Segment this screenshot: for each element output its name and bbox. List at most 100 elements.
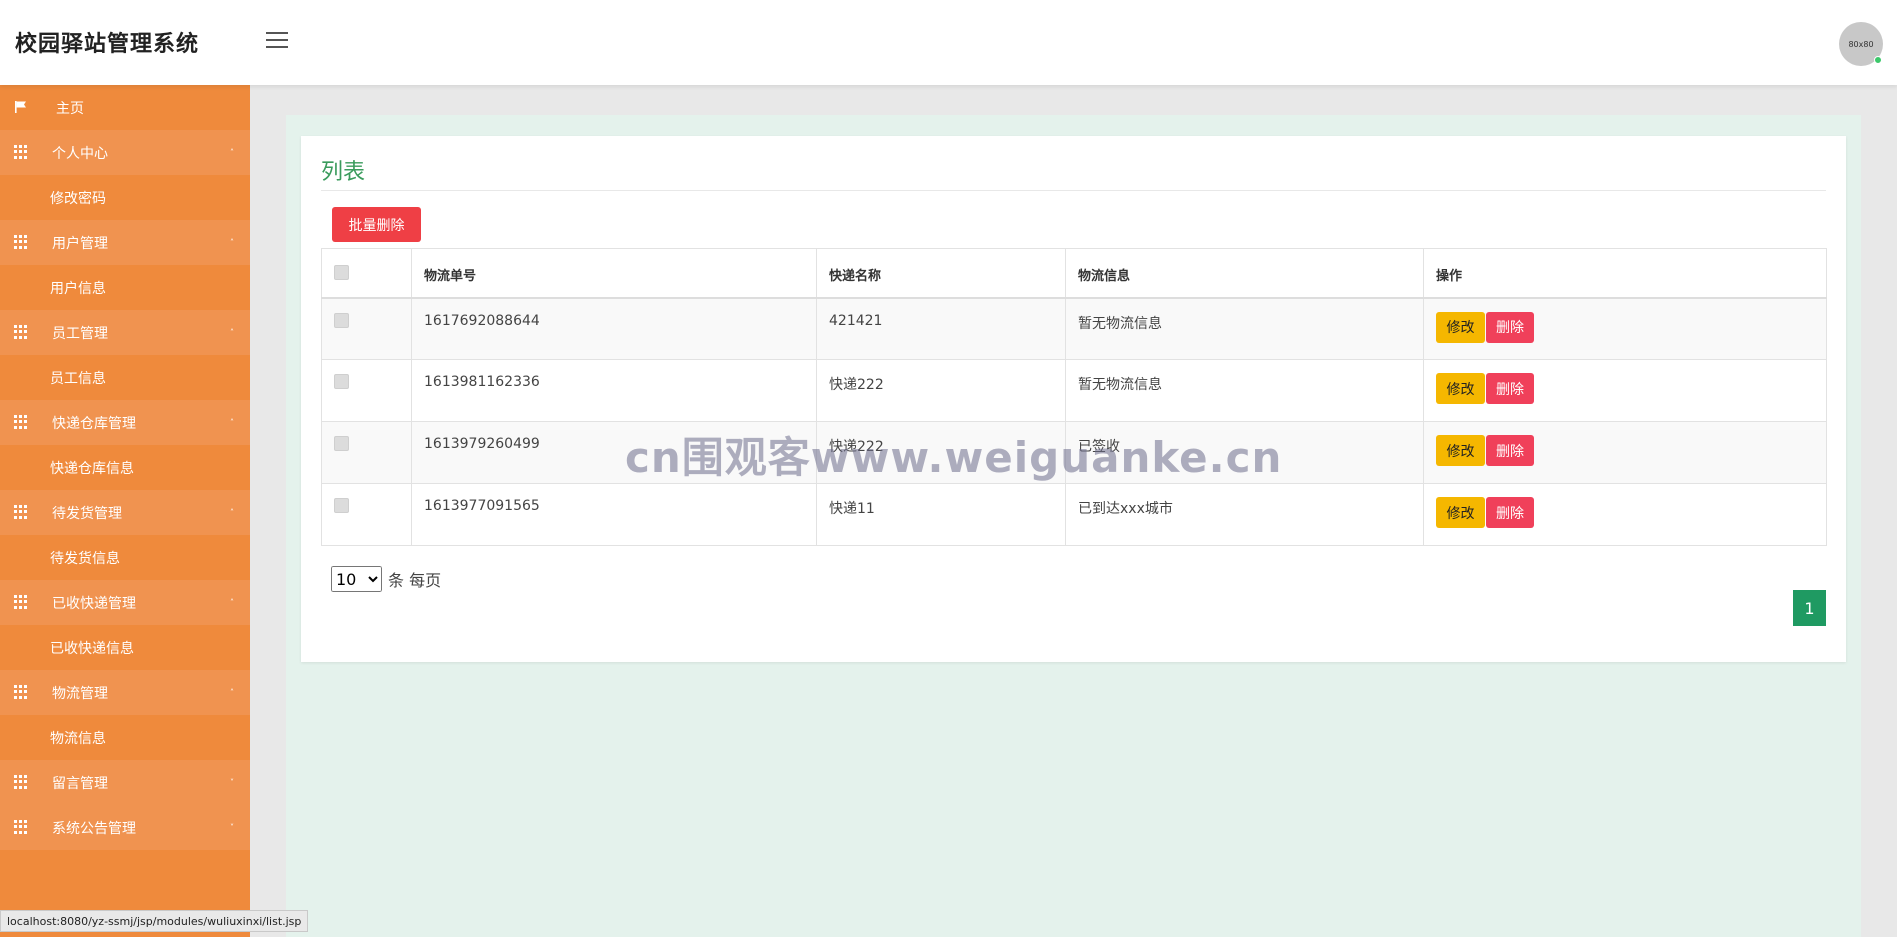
sidebar-item-7[interactable]: 快递仓库管理 ˄: [0, 400, 250, 445]
sidebar-item-label: 待发货管理: [52, 505, 122, 522]
grid-icon: [14, 595, 28, 609]
sidebar-item-10[interactable]: 待发货信息: [0, 535, 250, 580]
select-all-checkbox[interactable]: [334, 265, 349, 280]
app-title: 校园驿站管理系统: [15, 32, 200, 57]
grid-icon: [14, 235, 28, 249]
sidebar-item-label: 快递仓库管理: [52, 415, 136, 432]
grid-icon: [14, 415, 28, 429]
cell-express-name: 快递222: [816, 359, 1066, 422]
chevron-down-icon: ˅: [230, 778, 234, 787]
sidebar-item-label: 用户管理: [52, 235, 108, 252]
cell-order-no: 1613981162336: [411, 359, 817, 422]
edit-button[interactable]: 修改: [1436, 311, 1485, 343]
cell-order-no: 1617692088644: [411, 297, 817, 360]
delete-button[interactable]: 删除: [1486, 311, 1534, 343]
sidebar-item-0[interactable]: 主页: [0, 85, 250, 130]
hamburger-menu-icon[interactable]: [266, 32, 288, 50]
header-express-name: 快递名称: [816, 248, 1066, 299]
grid-icon: [14, 685, 28, 699]
sidebar-item-9[interactable]: 待发货管理 ˄: [0, 490, 250, 535]
top-header: 校园驿站管理系统 80x80: [0, 0, 1897, 85]
delete-button[interactable]: 删除: [1486, 497, 1534, 528]
sidebar-item-15[interactable]: 留言管理 ˅: [0, 760, 250, 805]
grid-icon: [14, 145, 28, 159]
page-size-control: 10 条 每页: [331, 566, 441, 592]
cell-order-no: 1613977091565: [411, 483, 817, 546]
header-order-no: 物流单号: [411, 248, 817, 299]
sidebar-item-12[interactable]: 已收快递信息: [0, 625, 250, 670]
sidebar-item-label: 快递仓库信息: [50, 460, 134, 477]
page-size-select[interactable]: 10: [331, 566, 382, 592]
sidebar-item-label: 物流信息: [50, 730, 106, 747]
grid-icon: [14, 820, 28, 834]
sidebar-item-label: 系统公告管理: [52, 820, 136, 837]
sidebar-item-label: 物流管理: [52, 685, 108, 702]
cell-actions: 修改 删除: [1423, 483, 1827, 546]
sidebar-item-1[interactable]: 个人中心 ˄: [0, 130, 250, 175]
chevron-up-icon: ˄: [230, 328, 234, 337]
page-size-suffix: 条 每页: [388, 571, 442, 590]
cell-logistics-info: 暂无物流信息: [1065, 297, 1424, 360]
sidebar-item-label: 已收快递管理: [52, 595, 136, 612]
sidebar-item-16[interactable]: 系统公告管理 ˅: [0, 805, 250, 850]
sidebar-item-8[interactable]: 快递仓库信息: [0, 445, 250, 490]
table-header-row: 物流单号 快递名称 物流信息 操作: [321, 248, 1827, 299]
cell-actions: 修改 删除: [1423, 297, 1827, 360]
chevron-down-icon: ˅: [230, 823, 234, 832]
sidebar-item-5[interactable]: 员工管理 ˄: [0, 310, 250, 355]
row-checkbox[interactable]: [334, 498, 349, 513]
edit-button[interactable]: 修改: [1436, 435, 1485, 466]
logistics-table: 物流单号 快递名称 物流信息 操作 1617692088644 421421 暂无物…: [321, 248, 1827, 546]
sidebar: 主页 个人中心 ˄ 修改密码 用户管理 ˄ 用户信息 员工管理 ˄ 员工信息 快递仓库管理 ˄ 快递仓库…: [0, 85, 250, 937]
sidebar-item-label: 个人中心: [52, 145, 108, 162]
edit-button[interactable]: 修改: [1436, 373, 1485, 404]
cell-express-name: 快递11: [816, 483, 1066, 546]
list-card: 列表 批量删除 物流单号 快递名称 物流信息 操作 1617692088644 4…: [301, 136, 1846, 662]
chevron-up-icon: ˄: [230, 418, 234, 427]
chevron-up-icon: ˄: [230, 238, 234, 247]
sidebar-item-label: 员工信息: [50, 370, 106, 387]
sidebar-item-4[interactable]: 用户信息: [0, 265, 250, 310]
row-checkbox[interactable]: [334, 374, 349, 389]
browser-status-url: localhost:8080/yz-ssmj/jsp/modules/wuliu…: [0, 910, 309, 932]
sidebar-item-label: 员工管理: [52, 325, 108, 342]
avatar[interactable]: 80x80: [1839, 22, 1883, 66]
row-select-cell: [321, 359, 412, 422]
sidebar-item-6[interactable]: 员工信息: [0, 355, 250, 400]
flag-icon: [15, 101, 26, 113]
cell-express-name: 421421: [816, 297, 1066, 360]
select-all-cell: [321, 248, 412, 299]
chevron-up-icon: ˄: [230, 508, 234, 517]
sidebar-item-label: 用户信息: [50, 280, 106, 297]
sidebar-item-2[interactable]: 修改密码: [0, 175, 250, 220]
cell-logistics-info: 已到达xxx城市: [1065, 483, 1424, 546]
batch-delete-button[interactable]: 批量删除: [332, 207, 421, 242]
row-select-cell: [321, 483, 412, 546]
delete-button[interactable]: 删除: [1486, 435, 1534, 466]
grid-icon: [14, 775, 28, 789]
sidebar-item-label: 已收快递信息: [50, 640, 134, 657]
edit-button[interactable]: 修改: [1436, 497, 1485, 528]
sidebar-item-14[interactable]: 物流信息: [0, 715, 250, 760]
sidebar-item-13[interactable]: 物流管理 ˄: [0, 670, 250, 715]
sidebar-item-3[interactable]: 用户管理 ˄: [0, 220, 250, 265]
table-row: 1617692088644 421421 暂无物流信息 修改 删除: [321, 297, 1827, 360]
cell-logistics-info: 暂无物流信息: [1065, 359, 1424, 422]
row-select-cell: [321, 421, 412, 484]
header-actions: 操作: [1423, 248, 1827, 299]
title-divider: [321, 190, 1826, 191]
watermark: cn围观客www.weiguanke.cn: [625, 433, 1283, 482]
table-row: 1613981162336 快递222 暂无物流信息 修改 删除: [321, 359, 1827, 422]
pagination-page-1[interactable]: 1: [1793, 590, 1826, 626]
chevron-up-icon: ˄: [230, 688, 234, 697]
online-status-icon: [1874, 56, 1882, 64]
row-checkbox[interactable]: [334, 312, 349, 328]
delete-button[interactable]: 删除: [1486, 373, 1534, 404]
table-row: 1613977091565 快递11 已到达xxx城市 修改 删除: [321, 483, 1827, 546]
cell-actions: 修改 删除: [1423, 359, 1827, 422]
sidebar-item-label: 主页: [56, 100, 84, 117]
sidebar-item-label: 待发货信息: [50, 550, 120, 567]
row-checkbox[interactable]: [334, 436, 349, 451]
sidebar-item-11[interactable]: 已收快递管理 ˄: [0, 580, 250, 625]
avatar-placeholder-text: 80x80: [1848, 39, 1874, 49]
